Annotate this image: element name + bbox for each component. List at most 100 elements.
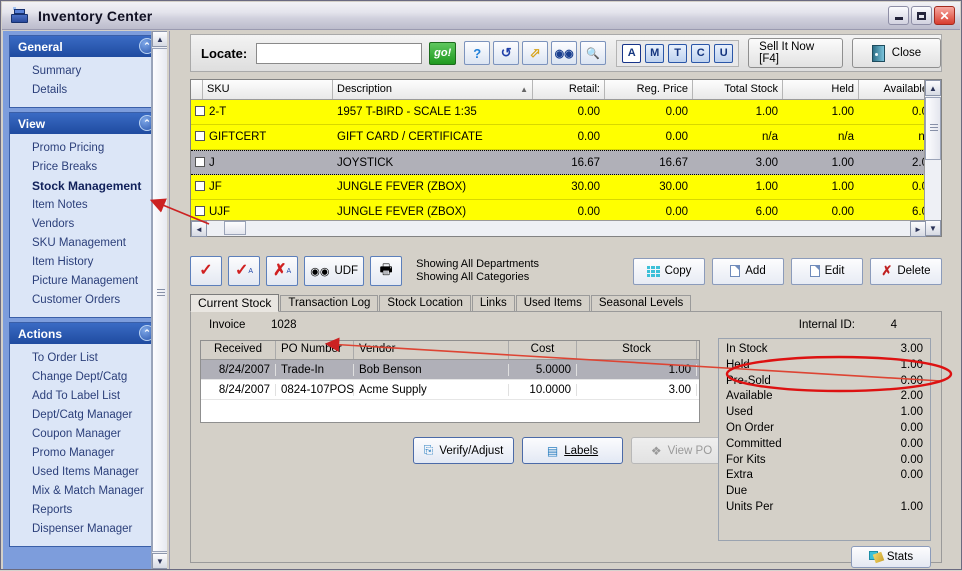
- tab-seasonal-levels[interactable]: Seasonal Levels: [590, 295, 692, 312]
- sidebar-item-price-breaks[interactable]: Price Breaks: [10, 158, 160, 177]
- sidebar-item-vendors[interactable]: Vendors: [10, 215, 160, 234]
- sidebar-item-picture-management[interactable]: Picture Management: [10, 272, 160, 291]
- sidebar-item-used-items-manager[interactable]: Used Items Manager: [10, 463, 160, 482]
- udf-button[interactable]: ◉◉ UDF: [304, 256, 365, 286]
- column-header-description[interactable]: Description ▲: [333, 80, 533, 99]
- sidebar-item-promo-pricing[interactable]: Promo Pricing: [10, 139, 160, 158]
- copy-grid-icon: [646, 265, 660, 277]
- grid-vertical-scrollbar[interactable]: ▲ ▼: [924, 80, 941, 236]
- row-checkbox[interactable]: [195, 106, 205, 116]
- row-checkbox[interactable]: [195, 206, 205, 216]
- sidebar-item-reports[interactable]: Reports: [10, 501, 160, 520]
- table-row[interactable]: 8/24/2007 Trade-In Bob Benson 5.0000 1.0…: [201, 360, 699, 380]
- sidebar-group-header-view[interactable]: View ⌃: [10, 113, 160, 134]
- grid-scroll-thumb[interactable]: [925, 97, 941, 160]
- scroll-up-icon[interactable]: ▲: [152, 31, 167, 47]
- column-header-available[interactable]: Available: [859, 80, 933, 99]
- sidebar-item-stock-management[interactable]: Stock Management: [10, 177, 160, 196]
- column-header-reg-price[interactable]: Reg. Price: [605, 80, 693, 99]
- jump-icon[interactable]: ⬀: [522, 41, 549, 65]
- locate-input[interactable]: [256, 42, 423, 64]
- row-checkbox[interactable]: [195, 131, 205, 141]
- column-header-total-stock[interactable]: Total Stock: [693, 80, 783, 99]
- sidebar-item-sku-management[interactable]: SKU Management: [10, 234, 160, 253]
- scroll-down-icon[interactable]: ▼: [152, 553, 167, 569]
- add-button[interactable]: Add: [712, 257, 784, 285]
- view-po-button[interactable]: ❖ View PO: [631, 437, 732, 464]
- check-icon-button[interactable]: ✓: [190, 256, 222, 286]
- sidebar-item-item-notes[interactable]: Item Notes: [10, 196, 160, 215]
- row-checkbox[interactable]: [195, 181, 205, 191]
- uncheck-all-icon-button[interactable]: ✗ A: [266, 256, 299, 286]
- filter-letter-t[interactable]: T: [668, 43, 688, 63]
- table-row[interactable]: 2-T 1957 T-BIRD - SCALE 1:35 0.00 0.00 1…: [191, 100, 941, 125]
- sell-it-now-button[interactable]: Sell It Now [F4]: [748, 38, 843, 68]
- scroll-right-icon[interactable]: ►: [910, 221, 926, 237]
- minimize-button[interactable]: [888, 6, 909, 25]
- column-header-vendor[interactable]: Vendor: [354, 341, 509, 359]
- sidebar-item-add-to-label-list[interactable]: Add To Label List: [10, 387, 160, 406]
- column-header-po-number[interactable]: PO Number: [276, 341, 354, 359]
- row-checkbox[interactable]: [195, 156, 205, 167]
- sidebar-item-customer-orders[interactable]: Customer Orders: [10, 291, 160, 310]
- column-header-received[interactable]: Received: [201, 341, 276, 359]
- grid-horizontal-scrollbar[interactable]: ◄ ►: [191, 220, 926, 237]
- column-header-stock[interactable]: Stock: [577, 341, 697, 359]
- stat-row-pre-sold: Pre-Sold 0.00: [726, 374, 923, 387]
- filter-letter-m[interactable]: M: [645, 43, 665, 63]
- sidebar-item-mix-match-manager[interactable]: Mix & Match Manager: [10, 482, 160, 501]
- binoculars-icon[interactable]: ◉◉: [551, 41, 578, 65]
- sidebar-item-details[interactable]: Details: [10, 81, 160, 100]
- sidebar-item-to-order-list[interactable]: To Order List: [10, 349, 160, 368]
- tab-used-items[interactable]: Used Items: [515, 295, 590, 312]
- column-header-sku[interactable]: SKU: [203, 80, 333, 99]
- sidebar-group-header-general[interactable]: General ⌃: [10, 36, 160, 57]
- sidebar-item-dept-catg-manager[interactable]: Dept/Catg Manager: [10, 406, 160, 425]
- sidebar-scroll-thumb[interactable]: [152, 48, 167, 552]
- verify-adjust-button[interactable]: ⎘ Verify/Adjust: [413, 437, 514, 464]
- sidebar-scrollbar[interactable]: ▲ ▼: [151, 31, 167, 569]
- filter-letter-u[interactable]: U: [714, 43, 734, 63]
- preview-icon[interactable]: 🔍: [580, 41, 607, 65]
- scroll-up-icon[interactable]: ▲: [925, 80, 941, 96]
- tab-links[interactable]: Links: [471, 295, 515, 312]
- sidebar-item-promo-manager[interactable]: Promo Manager: [10, 444, 160, 463]
- refresh-icon[interactable]: ↺: [493, 41, 520, 65]
- go-button[interactable]: go!: [429, 41, 457, 65]
- column-header-cost[interactable]: Cost: [509, 341, 577, 359]
- sidebar-group-header-actions[interactable]: Actions ⌃: [10, 323, 160, 344]
- help-icon[interactable]: ?: [464, 41, 491, 65]
- copy-button[interactable]: Copy: [633, 257, 705, 285]
- locate-label: Locate:: [201, 45, 248, 61]
- maximize-button[interactable]: [911, 6, 932, 25]
- table-row[interactable]: GIFTCERT GIFT CARD / CERTIFICATE 0.00 0.…: [191, 125, 941, 150]
- filter-letter-a[interactable]: A: [622, 43, 642, 63]
- scroll-left-icon[interactable]: ◄: [191, 221, 207, 237]
- stats-button[interactable]: Stats: [851, 546, 931, 568]
- scroll-down-icon[interactable]: ▼: [925, 220, 941, 236]
- table-row[interactable]: J JOYSTICK 16.67 16.67 3.00 1.00 2.0: [191, 150, 941, 175]
- grid-hscroll-thumb[interactable]: [224, 221, 246, 235]
- tab-stock-location[interactable]: Stock Location: [379, 295, 471, 312]
- close-button[interactable]: Close: [851, 38, 942, 68]
- table-row[interactable]: JF JUNGLE FEVER (ZBOX) 30.00 30.00 1.00 …: [191, 175, 941, 200]
- sidebar-item-item-history[interactable]: Item History: [10, 253, 160, 272]
- delete-button[interactable]: ✗ Delete: [870, 257, 942, 285]
- table-row[interactable]: 8/24/2007 0824-107POS Acme Supply 10.000…: [201, 380, 699, 400]
- labels-button[interactable]: ▤ Labels: [522, 437, 623, 464]
- print-button[interactable]: 🖶: [370, 256, 403, 286]
- sidebar-group-view: View ⌃ Promo Pricing Price Breaks Stock …: [9, 112, 161, 318]
- sidebar-item-summary[interactable]: Summary: [10, 62, 160, 81]
- sidebar-item-coupon-manager[interactable]: Coupon Manager: [10, 425, 160, 444]
- sell-it-now-label: Sell It Now [F4]: [759, 41, 815, 65]
- sidebar-item-change-dept-catg[interactable]: Change Dept/Catg: [10, 368, 160, 387]
- filter-letter-c[interactable]: C: [691, 43, 711, 63]
- sidebar-item-dispenser-manager[interactable]: Dispenser Manager: [10, 520, 160, 539]
- column-header-retail[interactable]: Retail:: [533, 80, 605, 99]
- edit-button[interactable]: Edit: [791, 257, 863, 285]
- column-header-held[interactable]: Held: [783, 80, 859, 99]
- check-all-icon-button[interactable]: ✓ A: [228, 256, 261, 286]
- close-window-button[interactable]: ✕: [934, 6, 955, 25]
- tab-transaction-log[interactable]: Transaction Log: [280, 295, 379, 312]
- tab-current-stock[interactable]: Current Stock: [190, 294, 280, 312]
